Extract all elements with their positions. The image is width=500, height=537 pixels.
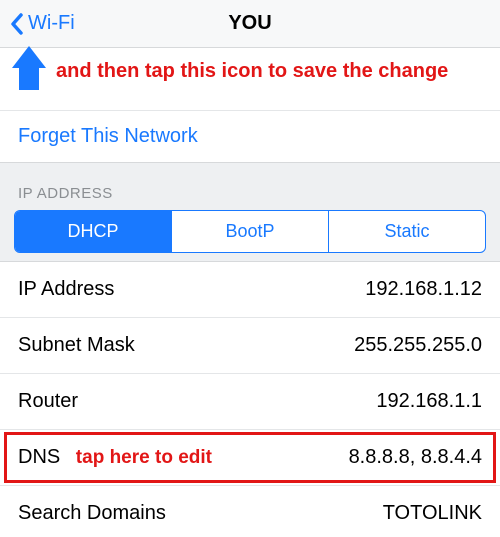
row-dns-label: DNS [18,446,60,468]
row-router-label: Router [18,390,78,413]
tab-bootp[interactable]: BootP [172,211,329,252]
section-header-ip: IP ADDRESS [0,163,500,210]
row-ip-address-value: 192.168.1.12 [365,278,482,301]
navbar: Wi-Fi YOU [0,0,500,48]
annotation-dns-text: tap here to edit [76,447,212,468]
row-search-domains-value: TOTOLINK [383,502,482,525]
ip-mode-segmented[interactable]: DHCP BootP Static [14,210,486,253]
back-label: Wi-Fi [28,12,75,35]
row-search-domains-label: Search Domains [18,502,166,525]
annotation-top-text: and then tap this icon to save the chang… [56,58,448,84]
chevron-left-icon [10,13,24,35]
ip-list: IP Address 192.168.1.12 Subnet Mask 255.… [0,261,500,537]
row-ip-address-label: IP Address [18,278,114,301]
row-subnet-mask[interactable]: Subnet Mask 255.255.255.0 [0,318,500,374]
row-search-domains[interactable]: Search Domains TOTOLINK [0,486,500,537]
arrow-up-icon [12,46,46,92]
row-router-value: 192.168.1.1 [376,390,482,413]
forget-network-button[interactable]: Forget This Network [0,110,500,163]
tab-dhcp-label: DHCP [67,221,118,241]
tab-dhcp[interactable]: DHCP [15,211,172,252]
row-subnet-mask-label: Subnet Mask [18,334,135,357]
row-dns-value: 8.8.8.8, 8.8.4.4 [349,446,482,469]
tab-bootp-label: BootP [225,221,274,241]
back-button[interactable]: Wi-Fi [0,0,85,47]
tab-static[interactable]: Static [329,211,485,252]
row-ip-address[interactable]: IP Address 192.168.1.12 [0,262,500,318]
row-router[interactable]: Router 192.168.1.1 [0,374,500,430]
annotation-top: and then tap this icon to save the chang… [0,48,500,110]
row-subnet-mask-value: 255.255.255.0 [354,334,482,357]
tab-static-label: Static [384,221,429,241]
forget-network-label: Forget This Network [18,125,198,147]
row-dns[interactable]: DNS tap here to edit 8.8.8.8, 8.8.4.4 [0,430,500,486]
